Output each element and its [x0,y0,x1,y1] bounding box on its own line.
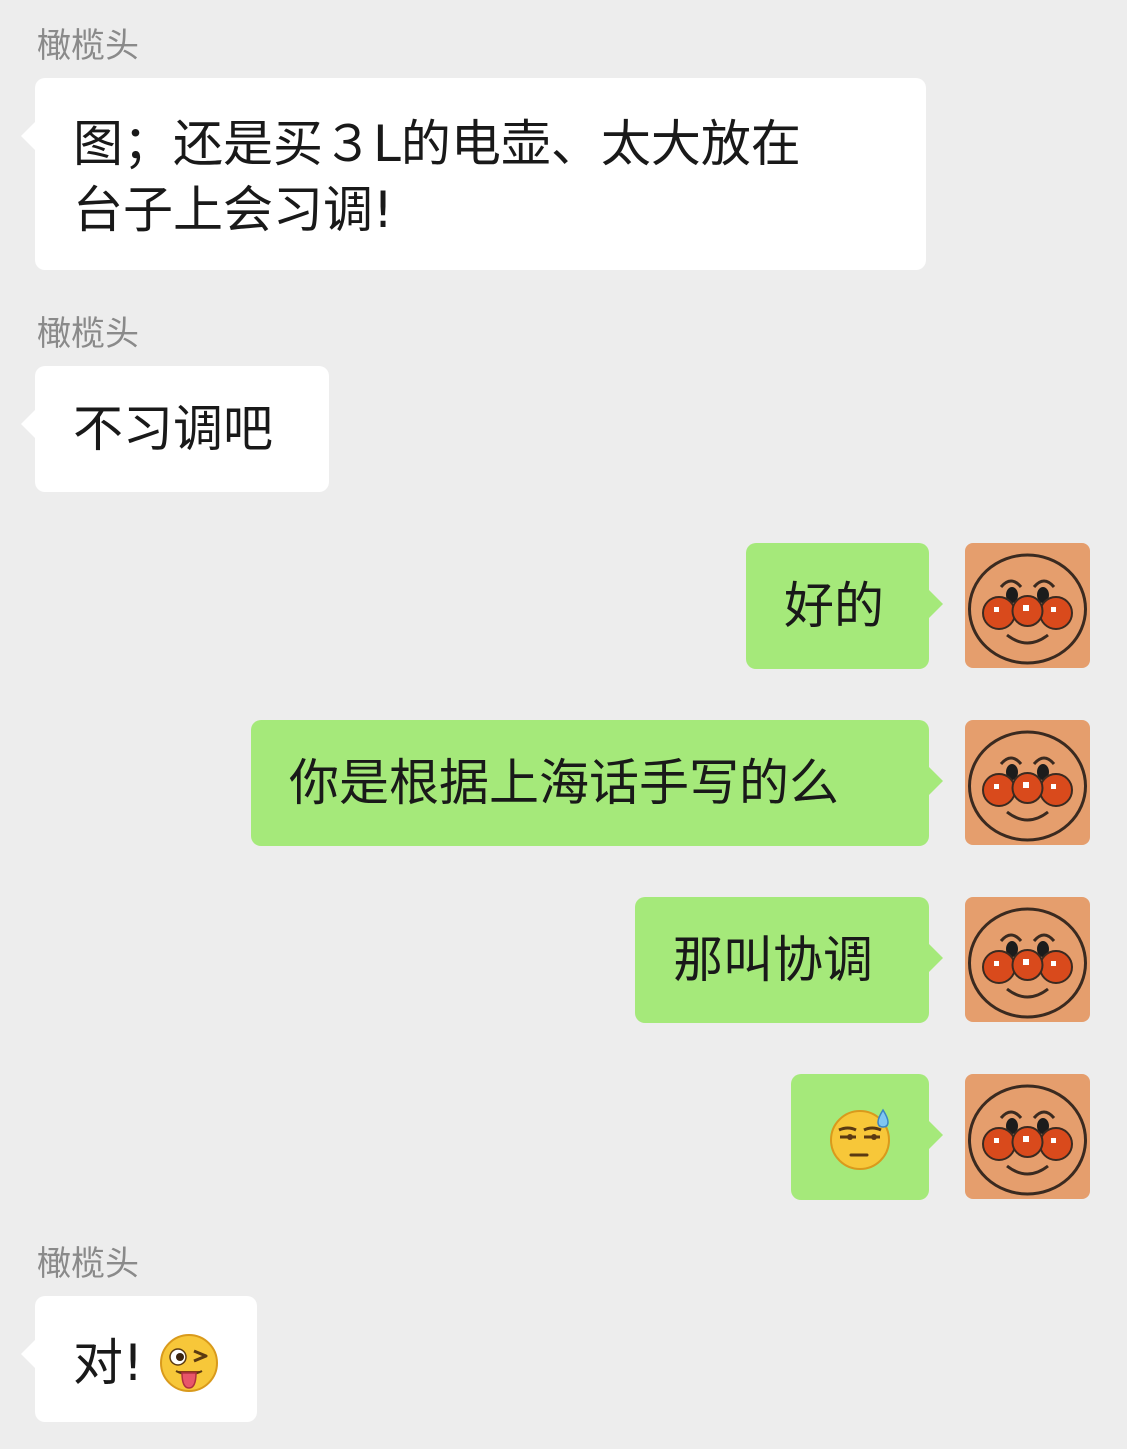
message-text-line: 图；还是买３L的电壶、太大放在 [73,115,801,173]
anpanman-face-icon [968,1084,1087,1196]
anpanman-face-avatar[interactable] [965,897,1090,1022]
anpanman-face-icon [968,907,1087,1019]
anpanman-face-icon [968,730,1087,842]
sender-name: 橄榄头 [37,1244,139,1284]
wink-tongue-emoji-icon [159,1333,218,1392]
message-bubble-incoming[interactable]: 对! [21,1296,257,1422]
message-text: 对! [73,1333,144,1392]
message-text: 不习调吧 [73,400,273,458]
sender-name: 橄榄头 [37,26,139,66]
anpanman-face-avatar[interactable] [965,1074,1090,1199]
awkward-sweat-emoji-icon [830,1108,890,1170]
message-bubble-outgoing[interactable]: 好的 [746,543,943,669]
message-text: 你是根据上海话手写的么 [289,754,839,812]
anpanman-face-avatar[interactable] [965,543,1090,668]
message-bubble-incoming[interactable]: 图；还是买３L的电壶、太大放在 台子上会习调! [21,78,926,270]
sender-name: 橄榄头 [37,314,139,354]
anpanman-face-avatar[interactable] [965,720,1090,845]
anpanman-face-icon [968,553,1087,665]
message-bubble-outgoing[interactable] [791,1074,943,1200]
message-bubble-outgoing[interactable]: 那叫协调 [635,897,943,1023]
message-text-line: 台子上会习调! [73,181,394,239]
message-bubble-incoming[interactable]: 不习调吧 [21,366,329,492]
message-bubble-outgoing[interactable]: 你是根据上海话手写的么 [251,720,943,846]
message-text: 那叫协调 [673,931,873,989]
message-text: 好的 [784,577,884,635]
